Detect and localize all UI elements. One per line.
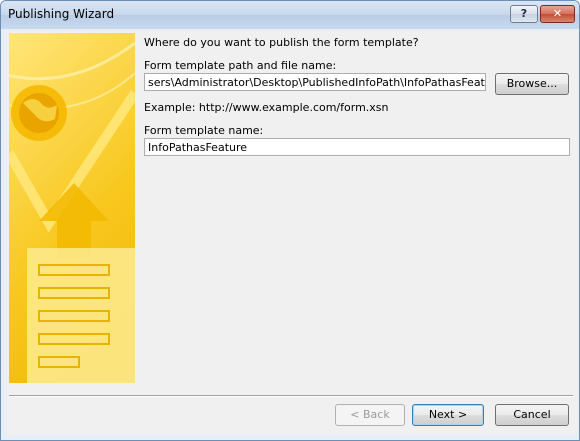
publishing-wizard-window: Publishing Wizard ? ✕ Where do you want <box>0 0 580 441</box>
close-button[interactable]: ✕ <box>540 5 575 23</box>
template-name-input[interactable]: InfoPathasFeature <box>144 138 570 156</box>
back-button[interactable]: < Back <box>335 404 405 426</box>
example-text: Example: http://www.example.com/form.xsn <box>144 101 389 114</box>
next-button[interactable]: Next > <box>412 404 484 426</box>
path-input[interactable]: sers\Administrator\Desktop\PublishedInfo… <box>144 73 486 91</box>
path-label: Form template path and file name: <box>144 59 337 72</box>
title-bar[interactable]: Publishing Wizard ? ✕ <box>1 1 579 29</box>
template-name-label: Form template name: <box>144 124 264 137</box>
browse-button[interactable]: Browse... <box>495 73 569 95</box>
wizard-banner-image <box>9 33 135 383</box>
footer-divider <box>9 395 573 397</box>
wizard-content: Where do you want to publish the form te… <box>7 31 577 435</box>
help-button[interactable]: ? <box>510 5 538 23</box>
wizard-question: Where do you want to publish the form te… <box>144 36 419 49</box>
banner-illustration <box>9 41 135 383</box>
cancel-button[interactable]: Cancel <box>495 404 569 426</box>
window-title: Publishing Wizard <box>8 7 115 21</box>
